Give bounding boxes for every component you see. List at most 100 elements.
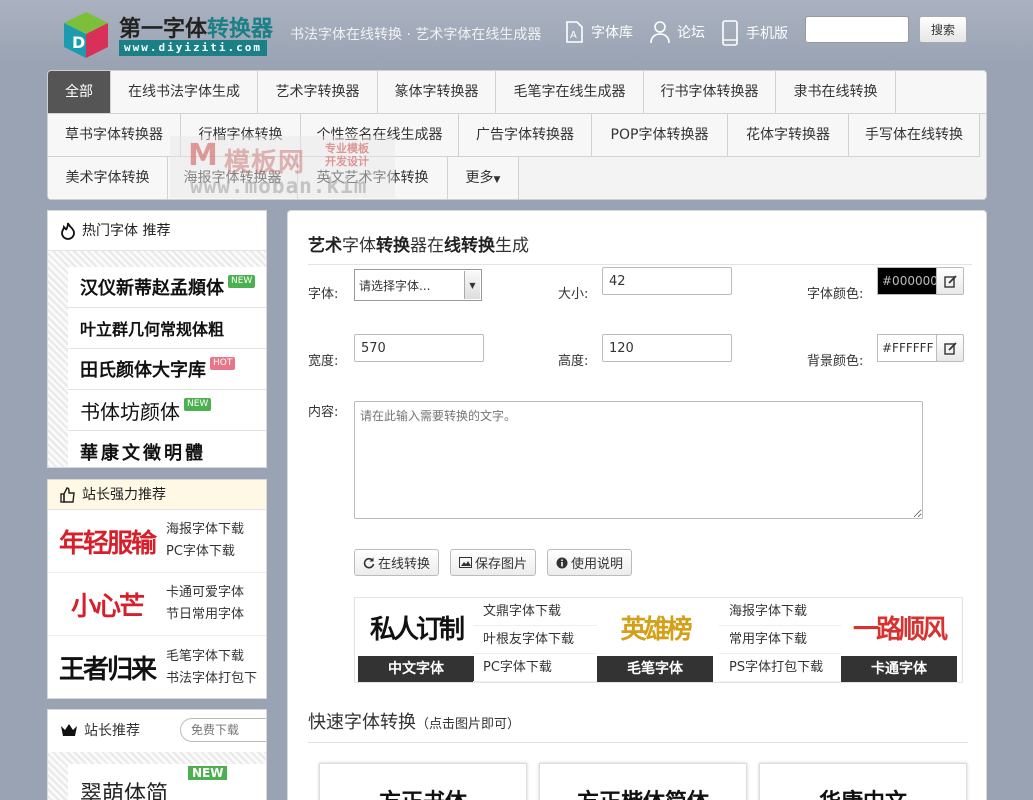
showcase-chinese-card[interactable]: 私人订制 中文字体 <box>358 598 474 682</box>
showcase-art: 英雄榜 <box>620 614 692 645</box>
cat-clerical[interactable]: 隶书在线转换 <box>776 71 896 114</box>
hot-font-item[interactable]: 书体坊颜体 NEW <box>68 390 266 431</box>
recommend-panel: 站长强力推荐 年轻服输 海报字体下载 PC字体下载 小心芒 卡通可爱字体 节日常用字… <box>47 479 267 699</box>
recommend-link[interactable]: 节日常用字体 <box>166 604 244 626</box>
cat-seal[interactable]: 篆体字转换器 <box>378 71 496 114</box>
recommend-link[interactable]: PC字体下载 <box>166 541 244 563</box>
search-button[interactable]: 搜索 <box>919 16 967 43</box>
hot-badge: HOT <box>210 357 236 370</box>
font-select-value: 请选择字体... <box>359 278 431 293</box>
cat-semi-cursive[interactable]: 行楷字体转换 <box>181 114 301 157</box>
size-label: 大小: <box>558 287 589 302</box>
cat-signature[interactable]: 个性签名在线生成器 <box>301 114 459 157</box>
cat-cursive[interactable]: 草书字体转换器 <box>48 114 181 157</box>
bg-color-label: 背景颜色: <box>807 354 864 369</box>
font-color-input[interactable]: #000000 <box>877 267 937 295</box>
recommend-item[interactable]: 小心芒 卡通可爱字体 节日常用字体 <box>48 573 266 636</box>
cat-flower[interactable]: 花体字转换器 <box>728 114 849 157</box>
site-recommend-panel: 站长推荐 翠萌体简 NEW <box>47 709 267 800</box>
cat-art[interactable]: 艺术字转换器 <box>258 71 378 114</box>
showcase-cartoon-card[interactable]: 一路顺风 卡通字体 <box>841 598 957 682</box>
showcase-link[interactable]: PC字体下载 <box>473 654 597 682</box>
convert-button-label: 在线转换 <box>378 557 431 572</box>
refresh-icon <box>363 557 375 568</box>
font-color-label: 字体颜色: <box>807 287 864 302</box>
hot-font-item[interactable]: 叶立群几何常规体粗 <box>68 308 266 349</box>
header-slogan: 书法字体在线转换 · 艺术字体在线生成器 <box>290 27 542 43</box>
logo-title: 第一字体转换器 <box>119 17 274 42</box>
cat-poster[interactable]: 海报字体转换器 <box>168 157 298 199</box>
recommend-item[interactable]: 年轻服输 海报字体下载 PC字体下载 <box>48 510 266 573</box>
recommend-link[interactable]: 海报字体下载 <box>166 519 244 541</box>
quick-font-card[interactable]: 方正楷体简体 <box>539 763 747 800</box>
nav-forum[interactable]: 论坛 <box>649 20 705 44</box>
quick-font-sample: 华康中文 <box>760 784 966 800</box>
font-select[interactable]: 请选择字体... ▼ <box>354 269 482 301</box>
save-image-button[interactable]: 保存图片 <box>450 549 537 576</box>
recommend-link[interactable]: 卡通可爱字体 <box>166 582 244 604</box>
quick-font-card[interactable]: 方正书体 <box>319 763 527 800</box>
recommend-title: 站长强力推荐 <box>82 486 166 503</box>
cat-running[interactable]: 行书字体转换器 <box>644 71 776 114</box>
bg-color-picker-button[interactable] <box>936 334 964 362</box>
font-color-picker-button[interactable] <box>936 267 964 295</box>
content-textarea[interactable] <box>354 401 923 519</box>
font-library-icon: A <box>566 21 583 43</box>
cat-brush[interactable]: 毛笔字在线生成器 <box>496 71 644 114</box>
quick-font-card[interactable]: 华康中文 <box>759 763 967 800</box>
new-badge: NEW <box>184 398 212 411</box>
hot-fonts-header: 热门字体 推荐 <box>48 211 266 251</box>
cat-advertising[interactable]: 广告字体转换器 <box>459 114 592 157</box>
nav-font-library-label: 字体库 <box>591 25 633 41</box>
search-input[interactable] <box>805 16 909 43</box>
nav-mobile[interactable]: 手机版 <box>720 20 788 46</box>
showcase-link[interactable]: 叶根友字体下载 <box>473 626 597 654</box>
hot-font-item[interactable]: 汉仪新蒂赵孟頫体 NEW <box>68 267 266 308</box>
font-name: 華康文徵明體 <box>80 442 206 464</box>
site-recommend-title: 站长推荐 <box>84 723 140 739</box>
showcase-link[interactable]: 文鼎字体下载 <box>473 598 597 626</box>
size-input[interactable] <box>602 267 732 295</box>
showcase-brush-card[interactable]: 英雄榜 毛笔字体 <box>597 598 713 682</box>
recommend-item[interactable]: 王者归来 毛笔字体下载 书法字体打包下 <box>48 636 266 698</box>
hot-fonts-panel: 热门字体 推荐 汉仪新蒂赵孟頫体 NEW 叶立群几何常规体粗 田氏颜体大字库 HOT… <box>47 210 267 468</box>
recommend-link[interactable]: 书法字体打包下 <box>166 668 257 690</box>
free-download-input[interactable] <box>180 718 266 742</box>
quick-font-sample: 方正书体 <box>320 784 526 800</box>
cat-english[interactable]: 英文艺术字体转换 <box>298 157 448 199</box>
font-label: 字体: <box>308 287 339 302</box>
cat-fine-art[interactable]: 美术字体转换 <box>48 157 168 199</box>
cat-more[interactable]: 更多▼ <box>448 157 519 199</box>
converter-panel: 艺术字体转换器在线转换生成 字体: 请选择字体... ▼ 大小: 字体颜色: #… <box>287 210 987 800</box>
hot-font-item[interactable]: 華康文徵明體 <box>68 431 266 467</box>
showcase-link[interactable]: 常用字体下载 <box>719 626 843 654</box>
showcase-link[interactable]: 海报字体下载 <box>719 598 843 626</box>
font-name: 书体坊颜体 <box>80 399 180 424</box>
nav-font-library[interactable]: A 字体库 <box>563 20 633 44</box>
site-font-card[interactable]: 翠萌体简 NEW <box>68 764 266 800</box>
height-input[interactable] <box>602 334 732 362</box>
info-icon <box>556 557 568 568</box>
recommend-links: 卡通可爱字体 节日常用字体 <box>166 582 244 626</box>
height-label: 高度: <box>558 354 589 369</box>
logo-url: www.diyiziti.com <box>119 40 267 56</box>
cat-calligraphy[interactable]: 在线书法字体生成 <box>111 71 258 114</box>
hot-font-list: 汉仪新蒂赵孟頫体 NEW 叶立群几何常规体粗 田氏颜体大字库 HOT 书体坊颜体 NE… <box>68 267 266 467</box>
quick-convert-title: 快速字体转换（点击图片即可） <box>308 708 968 743</box>
hot-font-item[interactable]: 田氏颜体大字库 HOT <box>68 349 266 390</box>
showcase-link[interactable]: PS字体打包下载 <box>719 654 843 682</box>
convert-button[interactable]: 在线转换 <box>354 549 440 576</box>
quick-font-sample: 方正楷体简体 <box>540 784 746 800</box>
instructions-button[interactable]: 使用说明 <box>547 549 633 576</box>
save-image-label: 保存图片 <box>475 557 528 572</box>
width-input[interactable] <box>354 334 484 362</box>
cat-all[interactable]: 全部 <box>48 71 111 114</box>
bg-color-input[interactable]: #FFFFFF <box>877 334 937 362</box>
showcase-caption: 毛笔字体 <box>597 656 713 682</box>
cat-more-label: 更多 <box>465 170 494 186</box>
cat-pop[interactable]: POP字体转换器 <box>592 114 728 157</box>
recommend-link[interactable]: 毛笔字体下载 <box>166 646 257 668</box>
cat-handwriting[interactable]: 手写体在线转换 <box>849 114 980 157</box>
site-logo[interactable]: D 第一字体转换器 www.diyiziti.com <box>62 10 274 60</box>
category-nav: 全部 在线书法字体生成 艺术字转换器 篆体字转换器 毛笔字在线生成器 行书字体转… <box>47 70 987 200</box>
